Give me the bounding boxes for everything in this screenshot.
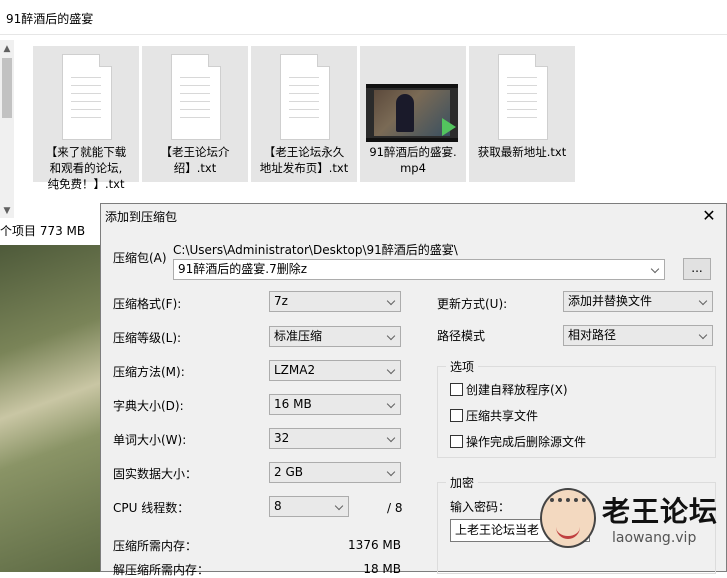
video-thumbnail-icon bbox=[366, 84, 458, 142]
password-label: 输入密码： bbox=[450, 500, 511, 514]
chevron-down-icon bbox=[388, 298, 396, 306]
options-group: 选项 创建自释放程序(X) 压缩共享文件 操作完成后删除源文件 bbox=[437, 358, 716, 458]
encryption-label: 加密 bbox=[446, 474, 479, 491]
compress-memory-value: 1376 MB bbox=[348, 538, 401, 552]
update-mode-select[interactable]: 添加并替换文件 bbox=[563, 291, 713, 312]
status-bar: 个项目 773 MB bbox=[0, 224, 86, 238]
folder-title: 91醉酒后的盛宴 bbox=[6, 12, 94, 26]
chevron-down-icon bbox=[700, 332, 708, 340]
threads-max: / 8 bbox=[387, 501, 403, 515]
file-item[interactable]: 【老王论坛介 绍】.txt bbox=[142, 46, 248, 182]
file-item[interactable]: 获取最新地址.txt bbox=[469, 46, 575, 182]
update-mode-value: 添加并替换文件 bbox=[568, 294, 653, 308]
file-item[interactable]: 91醉酒后的盛宴. mp4 bbox=[360, 46, 466, 182]
method-label: 压缩方法(M): bbox=[113, 365, 185, 379]
file-name: 【来了就能下载 和观看的论坛, 纯免费！】.txt bbox=[45, 145, 127, 191]
threads-select[interactable]: 8 bbox=[269, 496, 349, 517]
shared-files-label: 压缩共享文件 bbox=[466, 409, 539, 423]
compress-memory-label: 压缩所需内存： bbox=[113, 539, 198, 553]
delete-source-label: 操作完成后删除源文件 bbox=[466, 435, 587, 449]
delete-source-checkbox[interactable]: 操作完成后删除源文件 bbox=[450, 435, 586, 449]
mascot-face-icon bbox=[540, 488, 596, 548]
word-size-value: 32 bbox=[274, 431, 290, 445]
dictionary-label: 字典大小(D): bbox=[113, 399, 184, 413]
level-label: 压缩等级(L): bbox=[113, 331, 182, 345]
options-label: 选项 bbox=[446, 358, 479, 375]
format-value: 7z bbox=[274, 294, 288, 308]
file-name: 91醉酒后的盛宴. mp4 bbox=[369, 145, 457, 175]
sfx-label: 创建自释放程序(X) bbox=[466, 383, 568, 397]
decompress-memory-value: 18 MB bbox=[363, 562, 401, 576]
threads-value: 8 bbox=[274, 499, 282, 513]
file-name: 【老王论坛永久 地址发布页】.txt bbox=[259, 145, 349, 175]
solid-size-label: 固实数据大小： bbox=[113, 467, 198, 481]
word-size-select[interactable]: 32 bbox=[269, 428, 401, 449]
chevron-down-icon bbox=[336, 503, 344, 511]
method-select[interactable]: LZMA2 bbox=[269, 360, 401, 381]
browse-button[interactable]: ... bbox=[683, 258, 711, 280]
desktop-wallpaper bbox=[0, 245, 100, 572]
play-icon bbox=[442, 118, 456, 136]
scroll-thumb[interactable] bbox=[2, 58, 12, 118]
chevron-down-icon bbox=[652, 266, 660, 274]
archive-label: 压缩包(A) bbox=[113, 251, 167, 265]
checkbox-icon bbox=[450, 435, 463, 448]
chevron-down-icon bbox=[700, 298, 708, 306]
text-file-icon bbox=[171, 54, 221, 140]
word-size-label: 单词大小(W): bbox=[113, 433, 187, 447]
file-item[interactable]: 【老王论坛永久 地址发布页】.txt bbox=[251, 46, 357, 182]
file-name: 【老王论坛介 绍】.txt bbox=[160, 145, 230, 175]
file-name: 获取最新地址.txt bbox=[477, 145, 567, 159]
text-file-icon bbox=[498, 54, 548, 140]
chevron-down-icon bbox=[388, 469, 396, 477]
format-label: 压缩格式(F): bbox=[113, 297, 182, 311]
sfx-checkbox[interactable]: 创建自释放程序(X) bbox=[450, 383, 568, 397]
path-mode-value: 相对路径 bbox=[568, 328, 617, 342]
dictionary-select[interactable]: 16 MB bbox=[269, 394, 401, 415]
chevron-down-icon bbox=[388, 435, 396, 443]
vertical-scrollbar[interactable]: ▲ ▼ bbox=[0, 40, 14, 218]
archive-name-combo[interactable]: 91醉酒后的盛宴.7删除z bbox=[173, 259, 665, 280]
decompress-memory-label: 解压缩所需内存： bbox=[113, 563, 210, 577]
dialog-title: 添加到压缩包 bbox=[105, 210, 178, 224]
checkbox-icon bbox=[450, 383, 463, 396]
brand-watermark: 老王论坛 laowang.vip bbox=[530, 482, 727, 572]
scroll-up-icon[interactable]: ▲ bbox=[0, 42, 14, 56]
archive-path: C:\Users\Administrator\Desktop\91醉酒后的盛宴\ bbox=[173, 243, 458, 257]
update-mode-label: 更新方式(U): bbox=[437, 297, 508, 311]
close-icon[interactable]: ✕ bbox=[698, 206, 720, 226]
checkbox-icon bbox=[450, 409, 463, 422]
shared-files-checkbox[interactable]: 压缩共享文件 bbox=[450, 409, 538, 423]
format-select[interactable]: 7z bbox=[269, 291, 401, 312]
file-item[interactable]: 【来了就能下载 和观看的论坛, 纯免费！】.txt bbox=[33, 46, 139, 191]
scroll-down-icon[interactable]: ▼ bbox=[0, 204, 14, 218]
archive-name-value: 91醉酒后的盛宴.7删除z bbox=[178, 262, 308, 276]
threads-label: CPU 线程数： bbox=[113, 501, 190, 515]
text-file-icon bbox=[62, 54, 112, 140]
divider bbox=[0, 34, 727, 35]
solid-size-select[interactable]: 2 GB bbox=[269, 462, 401, 483]
path-mode-select[interactable]: 相对路径 bbox=[563, 325, 713, 346]
chevron-down-icon bbox=[388, 401, 396, 409]
watermark-brand: 老王论坛 bbox=[602, 495, 719, 528]
level-value: 标准压缩 bbox=[274, 329, 323, 343]
dictionary-value: 16 MB bbox=[274, 397, 312, 411]
chevron-down-icon bbox=[388, 367, 396, 375]
text-file-icon bbox=[280, 54, 330, 140]
level-select[interactable]: 标准压缩 bbox=[269, 326, 401, 347]
path-mode-label: 路径模式 bbox=[437, 329, 486, 343]
solid-size-value: 2 GB bbox=[274, 465, 303, 479]
watermark-url: laowang.vip bbox=[612, 530, 697, 546]
password-value: 上老王论坛当老 bbox=[455, 523, 540, 537]
method-value: LZMA2 bbox=[274, 363, 316, 377]
chevron-down-icon bbox=[388, 333, 396, 341]
